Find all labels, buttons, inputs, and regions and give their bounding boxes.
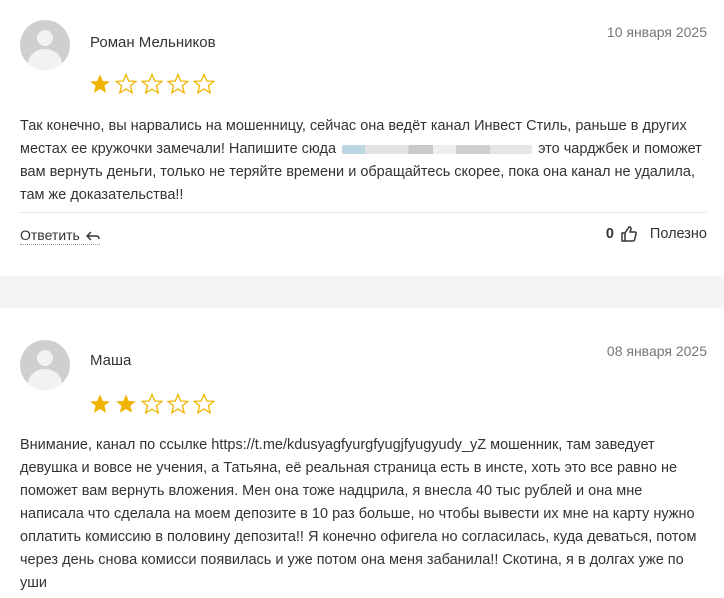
review-card: Маша 08 января 2025 Внимание, канал по с…	[0, 308, 724, 598]
star-icon	[140, 72, 164, 95]
review-date: 10 января 2025	[606, 24, 707, 40]
review-author: Роман Мельников	[90, 34, 216, 51]
star-icon	[114, 72, 138, 95]
review-author: Маша	[90, 352, 132, 369]
rating-stars	[88, 392, 216, 416]
redacted-link	[342, 144, 533, 154]
star-icon	[166, 72, 190, 95]
star-icon	[192, 72, 216, 95]
reply-label: Ответить	[20, 227, 80, 243]
star-icon	[140, 392, 164, 415]
review-text: Внимание, канал по ссылке https://t.me/k…	[20, 437, 697, 591]
star-icon	[166, 392, 190, 415]
reply-button[interactable]: Ответить	[20, 227, 100, 245]
star-icon	[192, 392, 216, 415]
vote-block: 0 Полезно	[606, 225, 707, 243]
useful-label[interactable]: Полезно	[650, 226, 707, 242]
review-text: Так конечно, вы нарвались на мошенницу, …	[20, 118, 702, 203]
rating-stars	[88, 72, 216, 96]
review-card: Роман Мельников 10 января 2025 Так конеч…	[0, 0, 724, 276]
star-icon	[90, 394, 110, 413]
review-date: 08 января 2025	[606, 343, 707, 359]
thumbs-up-icon[interactable]	[620, 225, 638, 243]
star-icon	[116, 394, 136, 413]
vote-count: 0	[605, 226, 614, 242]
reply-arrow-icon	[85, 231, 100, 241]
divider	[20, 212, 707, 213]
avatar	[20, 340, 70, 390]
avatar	[20, 20, 70, 70]
star-icon	[90, 74, 110, 93]
